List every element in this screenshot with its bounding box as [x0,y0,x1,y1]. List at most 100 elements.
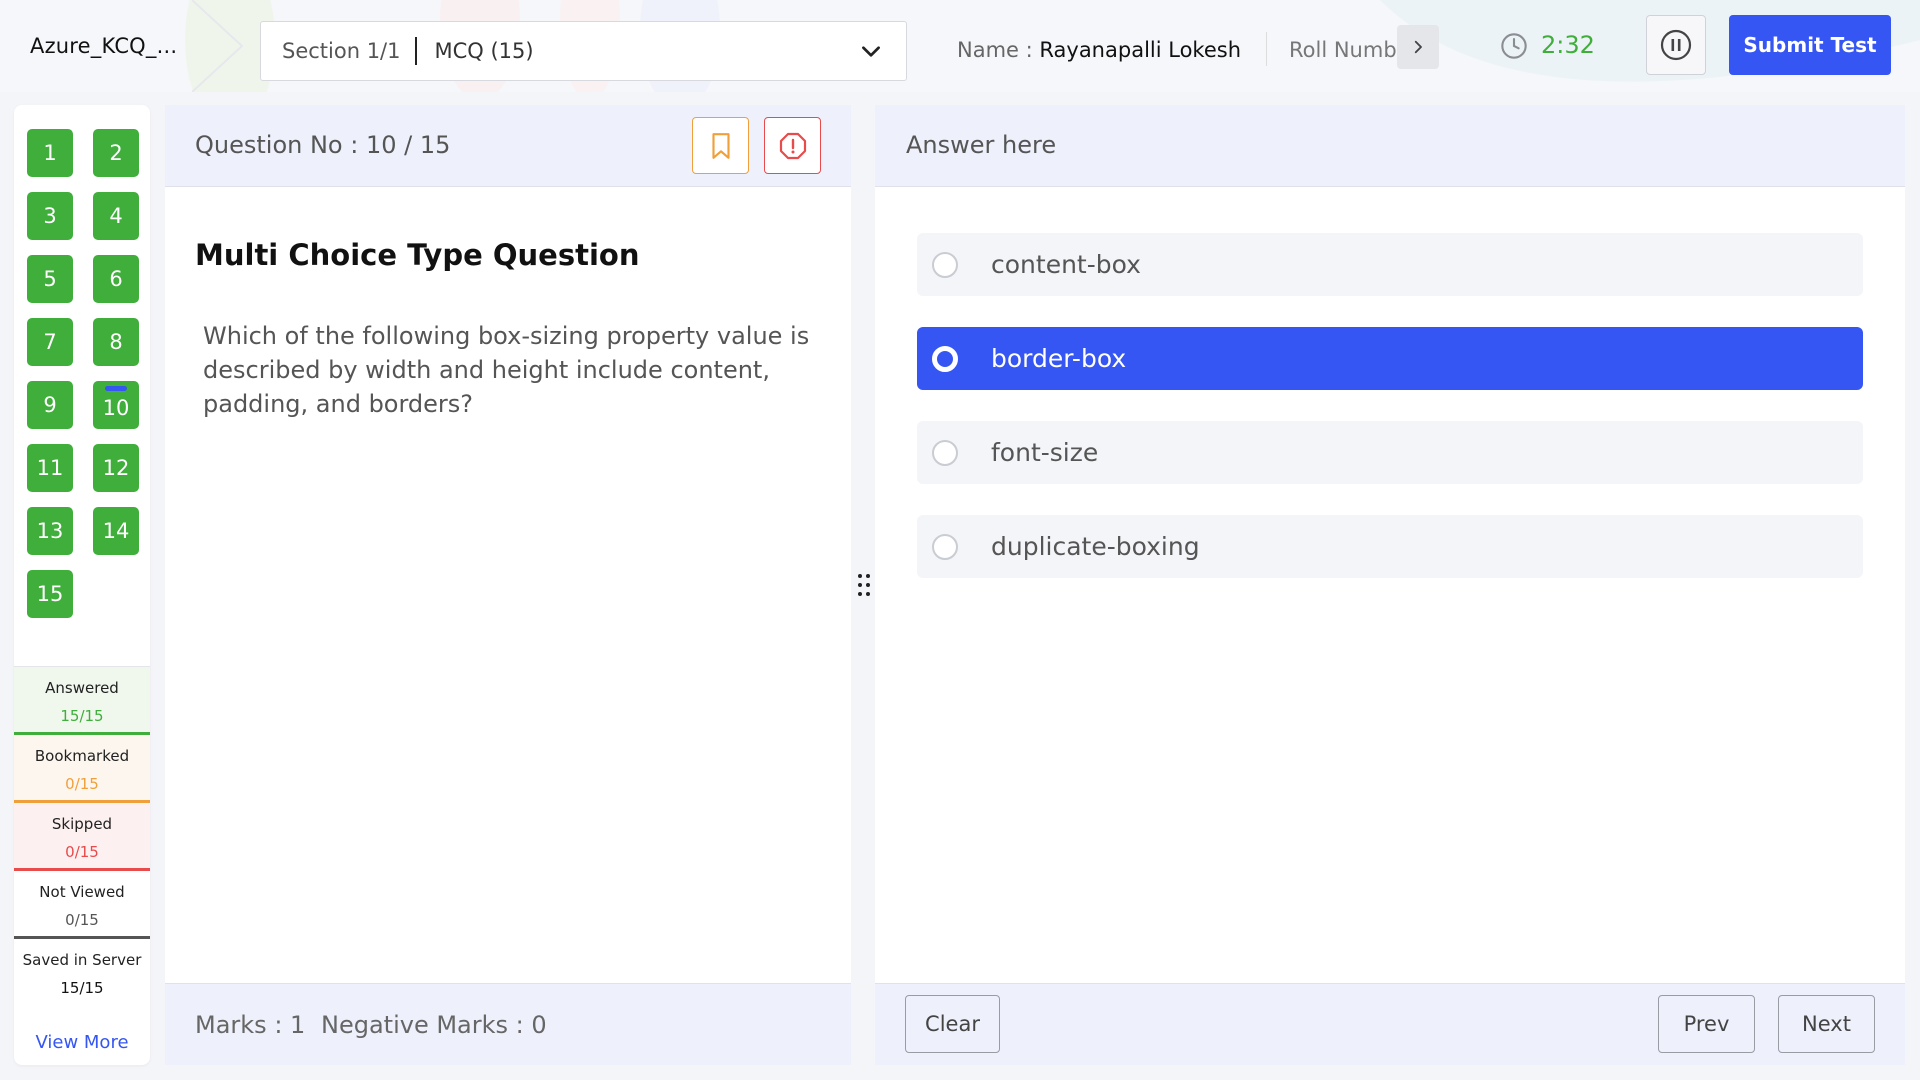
question-number: Question No : 10 / 15 [195,131,451,159]
question-nav-button[interactable]: 6 [93,255,139,303]
name-value: Rayanapalli Lokesh [1039,38,1242,62]
question-nav-label: 9 [43,393,57,417]
question-panel: Question No : 10 / 15 Multi Choice Type … [165,105,851,1065]
question-nav-button[interactable]: 4 [93,192,139,240]
radio-icon [932,251,958,278]
answer-header: Answer here [875,105,1905,187]
alert-octagon-icon [779,132,806,159]
status-label: Skipped [51,815,113,833]
section-type: MCQ (15) [434,39,534,63]
status-count: 0/15 [65,911,99,929]
question-nav-label: 4 [109,204,123,228]
question-nav-button[interactable]: 9 [27,381,73,429]
marks: Marks : 1 [195,1011,306,1039]
clear-button[interactable]: Clear [905,995,1000,1053]
answer-option[interactable]: duplicate-boxing [917,515,1863,578]
bookmark-button[interactable] [692,117,749,174]
name-prefix: Name : [957,38,1040,62]
question-nav-label: 8 [109,330,123,354]
status-label: Bookmarked [34,747,130,765]
question-nav-label: 14 [102,519,130,543]
option-label: font-size [991,438,1099,467]
option-label: border-box [991,344,1127,373]
status-count: 15/15 [60,707,104,725]
question-nav-label: 11 [36,456,64,480]
negative-marks: Negative Marks : 0 [321,1011,547,1039]
next-button[interactable]: Next [1778,995,1875,1053]
bookmark-icon [711,132,730,159]
question-nav-button[interactable]: 15 [27,570,73,618]
prev-button[interactable]: Prev [1658,995,1755,1053]
question-nav-button[interactable]: 1 [27,129,73,177]
question-nav-label: 3 [43,204,57,228]
answer-option[interactable]: border-box [917,327,1863,390]
question-text: Which of the following box-sizing proper… [203,322,810,418]
chevron-down-icon [862,46,880,57]
status-label: Answered [45,679,119,697]
status-label: Not Viewed [39,883,125,901]
status-count: 0/15 [65,843,99,861]
question-footer: Marks : 1 Negative Marks : 0 [165,983,851,1065]
question-nav-button[interactable]: 14 [93,507,139,555]
status-item: Skipped 0/15 [14,803,150,872]
answer-title: Answer here [906,131,1057,159]
stats-divider [14,666,150,667]
question-header: Question No : 10 / 15 [165,105,851,187]
report-button[interactable] [764,117,821,174]
top-bar: Azure_KCQ_... Section 1/1 MCQ (15) Name … [0,0,1920,100]
question-nav-label: 10 [102,396,130,420]
chevron-right-icon [1414,40,1422,54]
radio-icon [932,533,958,560]
pause-icon [1660,29,1692,61]
roll-number-label: Roll Numb [1289,38,1397,62]
test-title: Azure_KCQ_... [30,34,178,58]
answer-option[interactable]: font-size [917,421,1863,484]
question-nav-button[interactable]: 2 [93,129,139,177]
view-more-link[interactable]: View More [14,1032,150,1053]
question-nav-label: 15 [36,582,64,606]
timer: 2:32 [1541,31,1595,59]
status-item: Bookmarked 0/15 [14,735,150,804]
question-nav-button[interactable]: 3 [27,192,73,240]
clock-icon [1501,33,1527,59]
pause-button[interactable] [1646,15,1706,75]
answer-footer: Clear Prev Next [875,983,1905,1065]
question-nav-button[interactable]: 5 [27,255,73,303]
question-nav-button[interactable]: 13 [27,507,73,555]
status-count: 0/15 [65,775,99,793]
question-nav-label: 7 [43,330,57,354]
question-nav-button[interactable]: 10 [93,381,139,429]
status-item: Not Viewed 0/15 [14,871,150,940]
question-nav-button[interactable]: 12 [93,444,139,492]
candidate-name: Name : Rayanapalli Lokesh [957,38,1241,62]
option-label: duplicate-boxing [991,532,1200,561]
radio-icon [932,439,958,466]
question-type-title: Multi Choice Type Question [195,238,640,272]
question-nav-label: 2 [109,141,123,165]
question-nav-button[interactable]: 7 [27,318,73,366]
current-question-indicator [105,386,127,391]
section-label: Section 1/1 [282,39,401,63]
question-nav-button[interactable]: 11 [27,444,73,492]
submit-test-button[interactable]: Submit Test [1729,15,1891,75]
header-divider [1266,32,1267,66]
status-item: Saved in Server 15/15 [14,939,150,1008]
question-nav-label: 6 [109,267,123,291]
status-label: Saved in Server [22,951,142,969]
question-nav-label: 13 [36,519,64,543]
drag-handle-icon[interactable] [855,572,873,598]
status-item: Answered 15/15 [14,667,150,736]
answer-option[interactable]: content-box [917,233,1863,296]
status-count: 15/15 [60,979,104,997]
question-nav-label: 5 [43,267,57,291]
section-separator [414,37,417,65]
option-label: content-box [991,250,1141,279]
answer-panel: Answer here content-box border-box font-si… [875,105,1905,1065]
question-nav-label: 12 [102,456,130,480]
question-nav-button[interactable]: 8 [93,318,139,366]
question-navigator: 1 2 3 4 5 6 7 8 9 10 11 12 13 14 15 Answered 15/15 Bookm… [14,105,150,1065]
header-scroll-right-button[interactable] [1397,25,1439,69]
radio-icon [932,345,958,372]
section-dropdown[interactable]: Section 1/1 MCQ (15) [260,21,907,81]
question-nav-label: 1 [43,141,57,165]
